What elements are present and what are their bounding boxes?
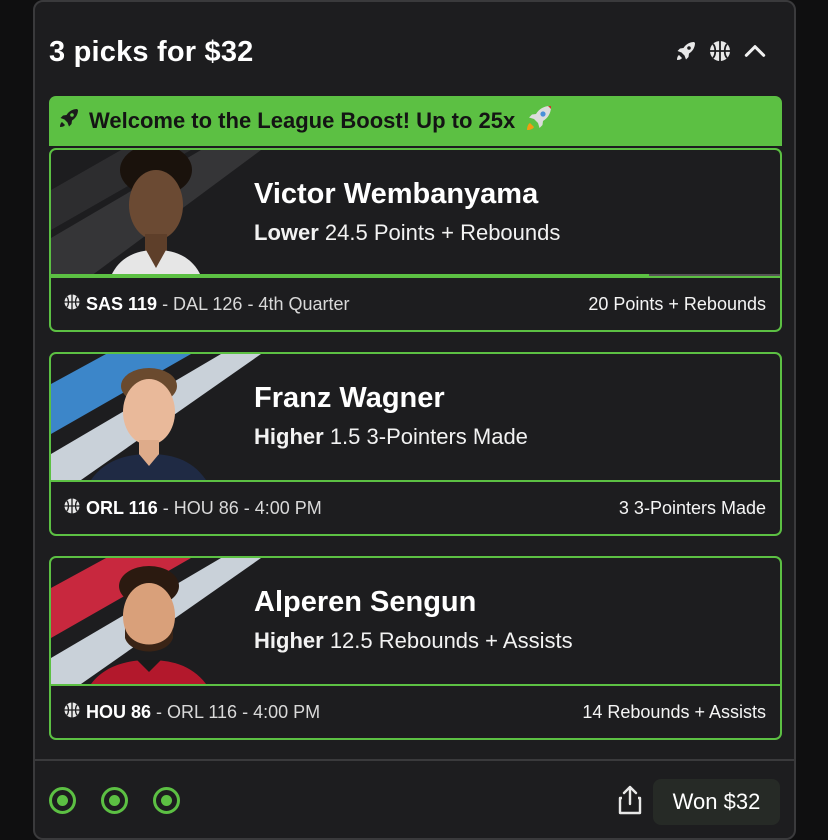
share-icon[interactable] <box>617 785 643 820</box>
basketball-icon <box>63 701 81 724</box>
basketball-icon <box>63 497 81 520</box>
league-boost-banner: Welcome to the League Boost! Up to 25x <box>49 96 782 146</box>
final-stat: 14 Rebounds + Assists <box>582 701 766 722</box>
pick-status-won-dot <box>49 787 76 814</box>
live-stat: 20 Points + Rebounds <box>588 293 766 314</box>
basketball-icon <box>708 39 732 63</box>
rocket-icon <box>57 106 81 136</box>
entry-card: 3 picks for $32 Welcome to the League Bo… <box>33 0 796 840</box>
player-photo <box>51 558 261 684</box>
pick-line: Higher 12.5 Rebounds + Assists <box>254 628 573 653</box>
entry-header[interactable]: 3 picks for $32 <box>35 2 794 96</box>
entry-footer: Won $32 <box>35 759 794 839</box>
won-amount-button[interactable]: Won $32 <box>653 779 780 825</box>
player-name: Franz Wagner <box>254 382 445 414</box>
basketball-icon <box>63 293 81 316</box>
pick-card-sengun[interactable]: Alperen Sengun Higher 12.5 Rebounds + As… <box>49 556 782 740</box>
game-info: SAS 119- DAL 126 - 4th Quarter <box>63 293 349 316</box>
pick-line: Higher 1.5 3-Pointers Made <box>254 424 528 449</box>
pick-card-wagner[interactable]: Franz Wagner Higher 1.5 3-Pointers Made … <box>49 352 782 536</box>
pick-status-won-dot <box>153 787 180 814</box>
pick-status-dots <box>49 787 180 814</box>
pick-status-won-dot <box>101 787 128 814</box>
pick-card-wembanyama[interactable]: Victor Wembanyama Lower 24.5 Points + Re… <box>49 148 782 332</box>
player-photo <box>51 354 261 480</box>
game-info: HOU 86- ORL 116 - 4:00 PM <box>63 701 320 724</box>
boost-text: Welcome to the League Boost! Up to 25x <box>89 108 516 133</box>
player-name: Victor Wembanyama <box>254 178 539 210</box>
entry-title: 3 picks for $32 <box>49 36 254 68</box>
rocket-icon <box>674 39 698 63</box>
final-stat: 3 3-Pointers Made <box>618 497 766 518</box>
game-info: ORL 116- HOU 86 - 4:00 PM <box>63 497 322 520</box>
rocket-emoji-icon <box>523 102 555 140</box>
player-photo <box>51 150 261 276</box>
pick-line: Lower 24.5 Points + Rebounds <box>254 220 561 245</box>
player-name: Alperen Sengun <box>254 586 477 618</box>
chevron-up-icon[interactable] <box>742 38 768 64</box>
